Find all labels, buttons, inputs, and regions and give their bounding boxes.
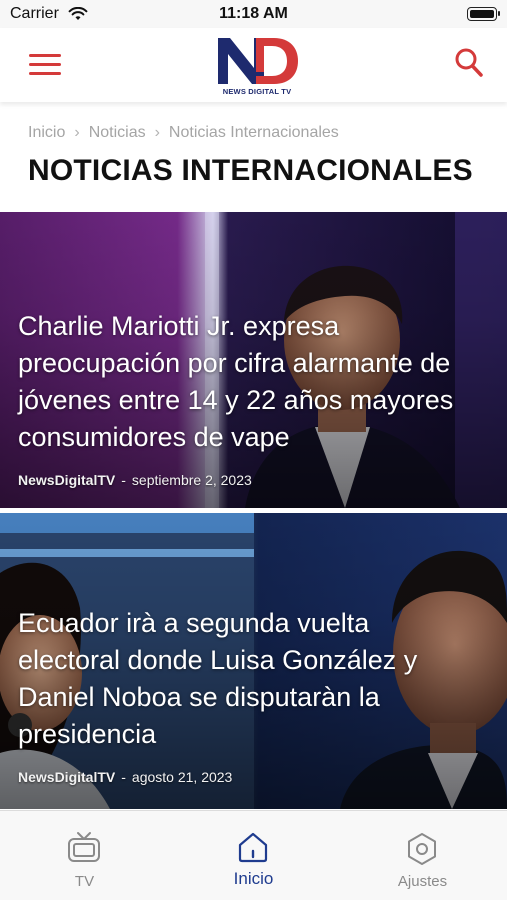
article-author: NewsDigitalTV bbox=[18, 472, 116, 488]
meta-separator: - bbox=[121, 769, 126, 785]
status-time: 11:18 AM bbox=[219, 5, 288, 22]
tab-settings[interactable]: Ajustes bbox=[338, 811, 507, 900]
app-header: NEWS DIGITAL TV bbox=[0, 28, 507, 102]
breadcrumb-separator: › bbox=[74, 124, 80, 141]
article-title[interactable]: Ecuador irà a segunda vuelta electoral d… bbox=[18, 605, 471, 753]
logo-mark bbox=[218, 38, 298, 84]
breadcrumb-separator: › bbox=[154, 124, 160, 141]
article-date: septiembre 2, 2023 bbox=[131, 472, 252, 488]
breadcrumb-item-inicio[interactable]: Inicio bbox=[28, 124, 65, 141]
logo[interactable]: NEWS DIGITAL TV bbox=[212, 32, 298, 98]
logo-text: NEWS DIGITAL TV bbox=[222, 87, 292, 96]
tab-home[interactable]: Inicio bbox=[169, 811, 338, 900]
tab-label: Ajustes bbox=[397, 873, 448, 890]
article-card[interactable]: Ecuador irà a segunda vuelta electoral d… bbox=[0, 513, 507, 809]
battery-icon bbox=[467, 7, 500, 21]
home-icon bbox=[238, 832, 268, 863]
article-title[interactable]: Charlie Mariotti Jr. expresa preocupació… bbox=[18, 308, 471, 456]
breadcrumb-item-noticias[interactable]: Noticias bbox=[89, 124, 146, 141]
tab-bar: TV Inicio Ajustes bbox=[0, 810, 507, 900]
status-bar: Carrier 11:18 AM bbox=[0, 0, 507, 28]
hamburger-menu-icon[interactable] bbox=[27, 50, 63, 80]
article-card[interactable]: Charlie Mariotti Jr. expresa preocupació… bbox=[0, 212, 507, 508]
tab-tv[interactable]: TV bbox=[0, 811, 169, 900]
article-meta: NewsDigitalTV - agosto 21, 2023 bbox=[18, 769, 232, 785]
breadcrumb-item-current: Noticias Internacionales bbox=[168, 124, 339, 141]
tab-label: Inicio bbox=[233, 869, 274, 888]
battery-fill bbox=[470, 10, 494, 18]
article-date: agosto 21, 2023 bbox=[131, 769, 233, 785]
meta-separator: - bbox=[121, 472, 126, 488]
page-title: NOTICIAS INTERNACIONALES bbox=[28, 154, 473, 187]
search-icon[interactable] bbox=[453, 46, 485, 80]
settings-icon bbox=[408, 833, 436, 865]
article-meta: NewsDigitalTV - septiembre 2, 2023 bbox=[18, 472, 252, 488]
tab-label: TV bbox=[74, 873, 95, 890]
breadcrumb: Inicio › Noticias › Noticias Internacionales bbox=[28, 124, 339, 142]
tv-icon bbox=[68, 832, 100, 862]
article-author: NewsDigitalTV bbox=[18, 769, 116, 785]
